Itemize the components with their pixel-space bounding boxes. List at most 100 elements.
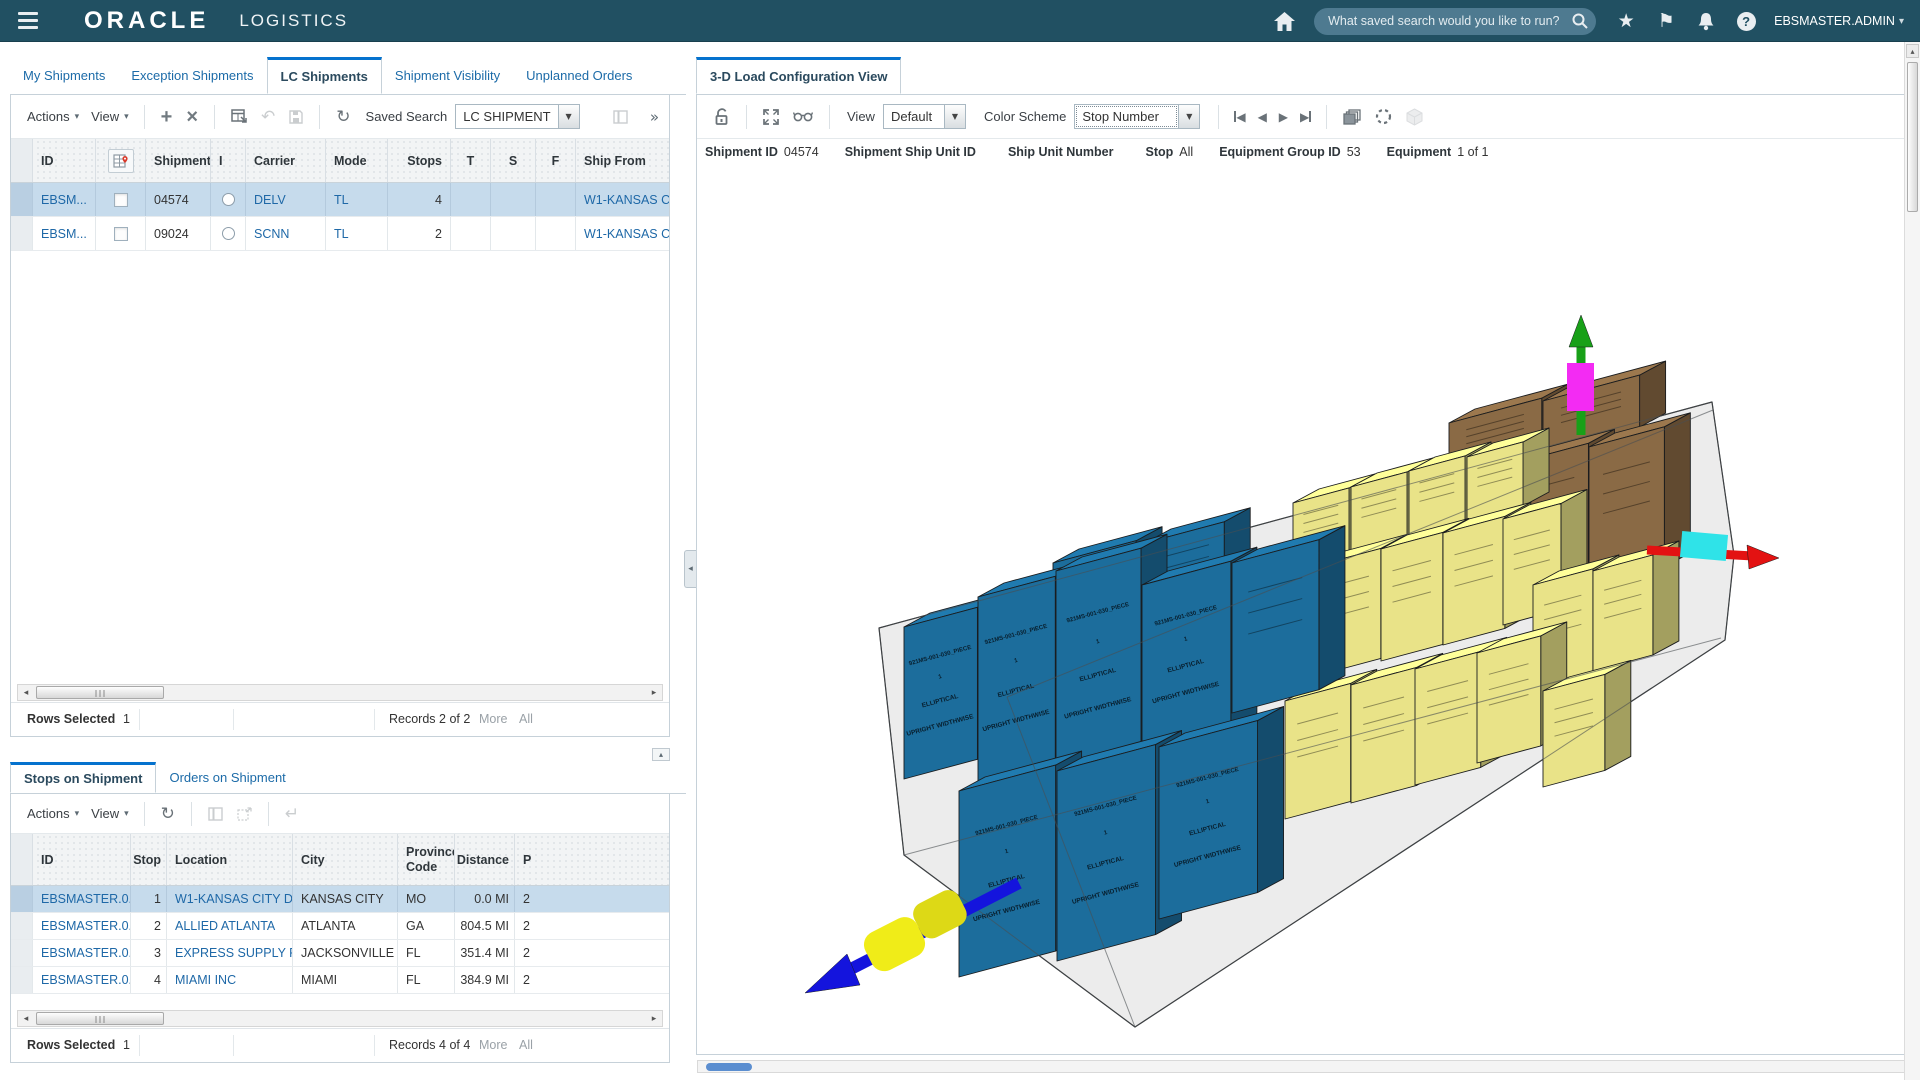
nav-last-icon[interactable]: ▶ xyxy=(1294,108,1317,126)
view-combobox[interactable]: Default ▼ xyxy=(883,104,966,129)
add-row-button[interactable]: + xyxy=(154,106,180,128)
glasses-view-icon[interactable] xyxy=(786,108,820,125)
rotate-selection-icon[interactable] xyxy=(1368,106,1399,127)
refresh-icon[interactable]: ↻ xyxy=(329,105,357,129)
row-radio[interactable] xyxy=(222,227,235,240)
scroll-right-icon[interactable]: ▸ xyxy=(646,1011,662,1026)
col-header-city[interactable]: City xyxy=(293,834,398,885)
toolbar-overflow-button[interactable]: » xyxy=(650,108,659,126)
stop-row-2[interactable]: EBSMASTER.0... 2 ALLIED ATLANTA ATLANTA … xyxy=(11,913,669,940)
hscroll-thumb[interactable] xyxy=(36,686,164,699)
carrier-link[interactable]: DELV xyxy=(254,193,286,207)
page-vscrollbar[interactable]: ▴ xyxy=(1904,42,1920,1080)
location-link[interactable]: MIAMI INC xyxy=(175,973,236,987)
stop-id-link[interactable]: EBSMASTER.0... xyxy=(41,892,131,906)
actions-menu-button[interactable]: Actions▾ xyxy=(21,105,85,128)
select-all-cell[interactable] xyxy=(11,139,33,182)
go-to-top-icon[interactable]: ↵ xyxy=(278,802,306,826)
all-link[interactable]: All xyxy=(519,712,533,726)
stop-id-link[interactable]: EBSMASTER.0... xyxy=(41,946,131,960)
collapse-panel-icon[interactable]: ▴ xyxy=(652,748,670,761)
search-icon[interactable] xyxy=(1572,13,1588,29)
tab-stops-on-shipment[interactable]: Stops on Shipment xyxy=(10,762,156,793)
nav-previous-icon[interactable]: ◀ xyxy=(1252,108,1273,126)
col-header-carrier[interactable]: Carrier xyxy=(246,139,326,182)
col-header-t[interactable]: T xyxy=(451,139,491,182)
tab-orders-on-shipment[interactable]: Orders on Shipment xyxy=(156,762,298,793)
tab-my-shipments[interactable]: My Shipments xyxy=(10,57,118,94)
more-link[interactable]: More xyxy=(479,712,507,726)
freeze-columns-icon[interactable] xyxy=(201,805,230,823)
mode-link[interactable]: TL xyxy=(334,193,349,207)
load-3d-scene[interactable]: 921MS-001-030_PIECE1ELLIPTICALUPRIGHT WI… xyxy=(697,165,1903,1045)
load-view-hscrollbar[interactable] xyxy=(697,1060,1905,1073)
tab-lc-shipments[interactable]: LC Shipments xyxy=(267,57,382,94)
refresh-icon[interactable]: ↻ xyxy=(154,802,182,826)
menu-icon[interactable] xyxy=(0,0,56,42)
col-header-shipment[interactable]: Shipment xyxy=(146,139,211,182)
unlock-icon[interactable] xyxy=(707,106,737,127)
undo-icon[interactable]: ↶ xyxy=(254,105,282,129)
stop-row-3[interactable]: EBSMASTER.0... 3 EXPRESS SUPPLY FL JACKS… xyxy=(11,940,669,967)
hscroll-thumb[interactable] xyxy=(706,1063,752,1071)
cube-icon[interactable] xyxy=(1399,106,1430,128)
stop-row-1[interactable]: EBSMASTER.0... 1 W1-KANSAS CITY DISTR...… xyxy=(11,886,669,913)
flag-icon[interactable]: ⚑ xyxy=(1646,0,1686,42)
col-header-f[interactable]: F xyxy=(536,139,576,182)
stop-id-link[interactable]: EBSMASTER.0... xyxy=(41,973,131,987)
ship-from-link[interactable]: W1-KANSAS CI xyxy=(584,227,669,241)
col-header-mode[interactable]: Mode xyxy=(326,139,388,182)
actions-menu-button[interactable]: Actions▾ xyxy=(21,802,85,825)
shipment-id-link[interactable]: EBSM... xyxy=(41,193,87,207)
scroll-left-icon[interactable]: ◂ xyxy=(18,685,34,700)
scroll-left-icon[interactable]: ◂ xyxy=(18,1011,34,1026)
hscroll-thumb[interactable] xyxy=(36,1012,164,1025)
ship-from-link[interactable]: W1-KANSAS CI xyxy=(584,193,669,207)
combo-dropdown-icon[interactable]: ▼ xyxy=(1179,104,1200,129)
col-header-i[interactable]: I xyxy=(211,139,246,182)
scroll-right-icon[interactable]: ▸ xyxy=(646,685,662,700)
view-menu-button[interactable]: View▾ xyxy=(85,105,134,128)
mode-link[interactable]: TL xyxy=(334,227,349,241)
row-radio[interactable] xyxy=(222,193,235,206)
user-menu[interactable]: EBSMASTER.ADMIN xyxy=(1774,14,1895,28)
col-header-id[interactable]: ID xyxy=(33,834,131,885)
location-link[interactable]: W1-KANSAS CITY DISTR... xyxy=(175,892,293,906)
shipments-hscrollbar[interactable]: ◂ ▸ xyxy=(17,684,663,701)
col-header-route-icon[interactable] xyxy=(96,139,146,182)
col-header-stop[interactable]: Stop xyxy=(131,834,167,885)
notifications-bell-icon[interactable] xyxy=(1686,0,1726,42)
col-header-id[interactable]: ID xyxy=(33,139,96,182)
col-header-province-code[interactable]: Province Code xyxy=(398,834,455,885)
search-input[interactable] xyxy=(1328,14,1572,28)
stop-id-link[interactable]: EBSMASTER.0... xyxy=(41,919,131,933)
view-menu-button[interactable]: View▾ xyxy=(85,802,134,825)
delete-row-button[interactable]: × xyxy=(179,106,205,128)
location-link[interactable]: ALLIED ATLANTA xyxy=(175,919,275,933)
shipment-id-link[interactable]: EBSM... xyxy=(41,227,87,241)
user-menu-caret-icon[interactable]: ▾ xyxy=(1899,16,1904,27)
detach-table-icon[interactable] xyxy=(224,107,254,126)
color-scheme-combobox[interactable]: Stop Number ▼ xyxy=(1074,104,1200,129)
col-header-p[interactable]: P xyxy=(515,834,669,885)
shipment-row-1[interactable]: EBSM... 04574 DELV TL 4 W1-KANSAS CI xyxy=(11,183,669,217)
home-icon[interactable] xyxy=(1264,0,1304,42)
table-pin-icon[interactable] xyxy=(108,149,134,173)
vscroll-thumb[interactable] xyxy=(1907,62,1918,212)
combo-dropdown-icon[interactable]: ▼ xyxy=(945,104,966,129)
detach-icon[interactable] xyxy=(230,805,259,823)
tab-3d-load-configuration[interactable]: 3-D Load Configuration View xyxy=(696,57,901,94)
nav-next-icon[interactable]: ▶ xyxy=(1273,108,1294,126)
col-header-ship-from[interactable]: Ship From xyxy=(576,139,669,182)
col-header-s[interactable]: S xyxy=(491,139,536,182)
col-header-stops[interactable]: Stops xyxy=(388,139,451,182)
more-link[interactable]: More xyxy=(479,1038,507,1052)
stop-row-4[interactable]: EBSMASTER.0... 4 MIAMI INC MIAMI FL 384.… xyxy=(11,967,669,994)
tab-unplanned-orders[interactable]: Unplanned Orders xyxy=(513,57,645,94)
freeze-columns-icon[interactable] xyxy=(606,108,635,126)
location-link[interactable]: EXPRESS SUPPLY FL xyxy=(175,946,293,960)
all-link[interactable]: All xyxy=(519,1038,533,1052)
help-icon[interactable]: ? xyxy=(1726,0,1766,42)
row-checkbox[interactable] xyxy=(114,227,128,241)
nav-first-icon[interactable]: ◀ xyxy=(1228,108,1251,126)
